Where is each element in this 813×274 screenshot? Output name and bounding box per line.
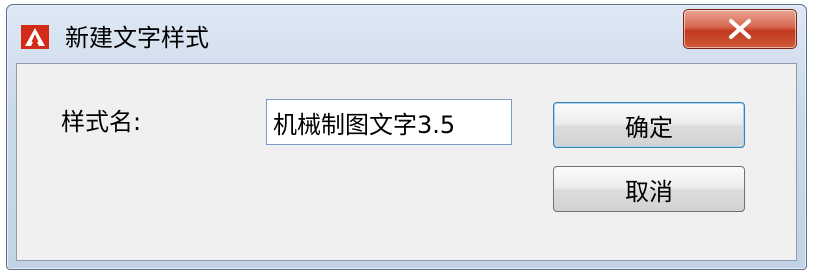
style-name-label: 样式名: <box>61 108 142 136</box>
dialog-body: 样式名: 确定 取消 <box>16 63 797 261</box>
cancel-button[interactable]: 取消 <box>553 166 745 212</box>
style-name-input[interactable] <box>266 99 512 145</box>
close-icon <box>729 19 751 39</box>
close-button[interactable] <box>683 9 797 49</box>
autocad-logo-icon <box>21 25 49 49</box>
title-bar[interactable]: 新建文字样式 <box>7 5 806 63</box>
new-text-style-dialog: 新建文字样式 样式名: 确定 取消 <box>6 4 807 270</box>
ok-button[interactable]: 确定 <box>553 102 745 148</box>
window-title: 新建文字样式 <box>65 24 209 52</box>
